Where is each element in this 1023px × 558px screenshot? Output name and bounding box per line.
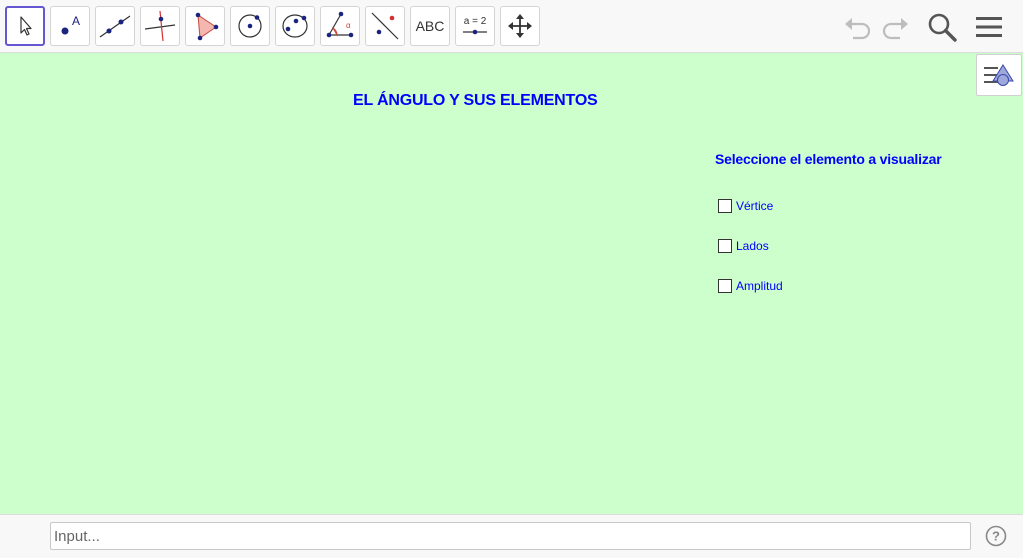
search-icon bbox=[928, 13, 957, 42]
svg-text:α: α bbox=[346, 21, 351, 30]
checkbox-label: Lados bbox=[736, 239, 769, 253]
svg-text:A: A bbox=[72, 14, 80, 28]
redo-button[interactable] bbox=[878, 10, 912, 44]
perpendicular-tool[interactable] bbox=[140, 6, 180, 46]
polygon-tool[interactable] bbox=[185, 6, 225, 46]
conic-tool[interactable] bbox=[275, 6, 315, 46]
text-tool[interactable]: ABC bbox=[410, 6, 450, 46]
reflect-icon bbox=[371, 12, 399, 40]
checkbox-box[interactable] bbox=[718, 199, 732, 213]
checkbox-vertice[interactable]: Vértice bbox=[718, 198, 773, 214]
point-tool[interactable]: A bbox=[50, 6, 90, 46]
slider-tool[interactable]: a = 2 bbox=[455, 6, 495, 46]
polygon-icon bbox=[195, 12, 219, 41]
style-bar-toggle-button[interactable] bbox=[976, 54, 1022, 96]
angle-tool[interactable]: α bbox=[320, 6, 360, 46]
line-icon bbox=[99, 15, 131, 38]
slider-tool-label: a = 2 bbox=[463, 16, 487, 27]
slider-track-icon bbox=[463, 29, 487, 35]
toolbar: A α ABC a = 2 bbox=[0, 0, 1023, 53]
checkbox-amplitud[interactable]: Amplitud bbox=[718, 278, 783, 294]
slider-icon: a = 2 bbox=[462, 16, 488, 36]
checkbox-label: Vértice bbox=[736, 199, 774, 213]
line-tool[interactable] bbox=[95, 6, 135, 46]
undo-icon bbox=[845, 18, 871, 40]
move-graphics-tool[interactable] bbox=[500, 6, 540, 46]
menu-button[interactable] bbox=[972, 10, 1006, 44]
perpendicular-icon bbox=[144, 10, 176, 42]
input-bar: ? bbox=[0, 514, 1023, 558]
angle-icon: α bbox=[326, 11, 354, 38]
svg-text:?: ? bbox=[992, 529, 1000, 544]
text-tool-label: ABC bbox=[415, 18, 445, 34]
search-button[interactable] bbox=[925, 10, 959, 44]
menu-icon bbox=[976, 17, 1002, 37]
help-button[interactable]: ? bbox=[985, 525, 1007, 547]
move-tool[interactable] bbox=[5, 6, 45, 46]
checkbox-box[interactable] bbox=[718, 239, 732, 253]
conic-icon bbox=[282, 14, 308, 38]
cursor-arrow-icon bbox=[20, 16, 32, 36]
circle-icon bbox=[238, 14, 262, 38]
style-bar-icon bbox=[984, 64, 1014, 86]
checkbox-box[interactable] bbox=[718, 279, 732, 293]
caption-text: Seleccione el elemento a visualizar bbox=[715, 151, 942, 167]
undo-button[interactable] bbox=[841, 10, 875, 44]
page-title: EL ÁNGULO Y SUS ELEMENTOS bbox=[353, 92, 598, 109]
help-icon: ? bbox=[985, 525, 1007, 547]
algebra-input[interactable] bbox=[50, 522, 971, 550]
move-arrows-icon bbox=[508, 14, 532, 38]
checkbox-label: Amplitud bbox=[736, 279, 783, 293]
geogebra-app: A α ABC a = 2 EL ÁNGULO Y SUS ELEMENTOS … bbox=[0, 0, 1023, 558]
reflect-tool[interactable] bbox=[365, 6, 405, 46]
checkbox-lados[interactable]: Lados bbox=[718, 238, 769, 254]
circle-tool[interactable] bbox=[230, 6, 270, 46]
point-icon: A bbox=[61, 14, 80, 35]
redo-icon bbox=[882, 18, 908, 40]
graphics-view[interactable]: EL ÁNGULO Y SUS ELEMENTOS Seleccione el … bbox=[0, 53, 1023, 514]
